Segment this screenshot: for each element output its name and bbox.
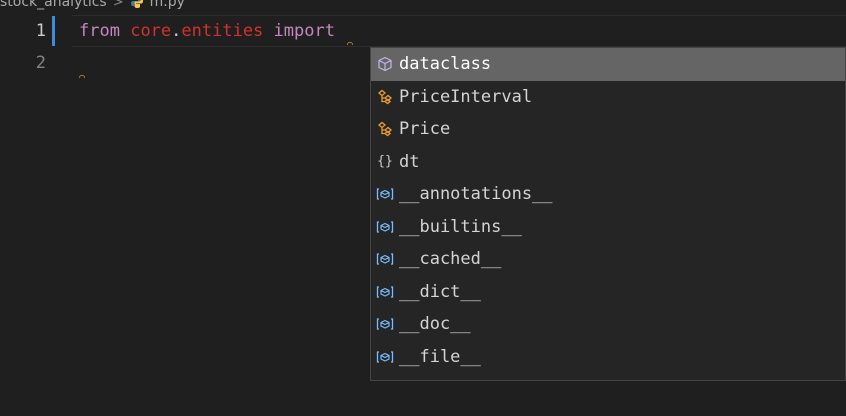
warning-squiggle: ⌒ [347,39,354,50]
suggestion-item-builtins[interactable]: __builtins__ [371,211,845,244]
suggestion-item-annotations[interactable]: __annotations__ [371,178,845,211]
breadcrumb-file[interactable]: m.py [150,0,185,10]
suggestion-label: dt [399,151,420,172]
suggestion-label: __cached__ [399,249,502,270]
warning-squiggle: ⌒ [79,72,86,83]
suggestion-label: PriceInterval [399,86,533,107]
suggestion-item-dict[interactable]: __dict__ [371,276,845,309]
suggestion-label: Price [399,119,451,140]
suggestion-item-file[interactable]: __file__ [371,341,845,374]
class-icon [375,87,395,107]
suggestion-item-cached[interactable]: __cached__ [371,243,845,276]
active-line-indicator [52,16,55,46]
code-line-1[interactable]: from core.entities import [79,20,335,42]
variable-icon [375,314,395,334]
line-number-1: 1 [35,21,46,41]
suggestion-item-dataclass[interactable]: dataclass [371,48,845,81]
namespace-braces-icon: {} [377,154,393,170]
module-cube-icon [375,54,395,74]
suggestion-label: __annotations__ [399,184,553,205]
variable-icon [375,249,395,269]
line-number-2: 2 [35,53,46,73]
breadcrumb-separator: > [112,0,124,10]
suggestion-label: __doc__ [399,314,471,335]
python-file-icon [130,0,144,9]
keyword-import: import [273,21,335,41]
suggestion-label: dataclass [399,54,492,75]
class-icon [375,119,395,139]
module-entities: entities [181,21,264,41]
keyword-from: from [79,21,120,41]
variable-icon [375,217,395,237]
suggestion-label: __file__ [399,346,481,367]
variable-icon [375,184,395,204]
suggestion-item-doc[interactable]: __doc__ [371,308,845,341]
suggestion-item-price[interactable]: Price [371,113,845,146]
suggestion-item-priceinterval[interactable]: PriceInterval [371,81,845,114]
suggestion-label: __dict__ [399,281,481,302]
dot-operator: . [171,21,182,41]
variable-icon [375,347,395,367]
suggestion-label: __builtins__ [399,216,522,237]
module-core: core [130,21,172,41]
variable-icon [375,282,395,302]
breadcrumb-folder[interactable]: stock_analytics [0,0,107,10]
suggestion-widget: dataclass PriceInterval Price {} dt __an… [370,47,846,381]
suggestion-item-dt[interactable]: {} dt [371,146,845,179]
breadcrumb: stock_analytics > m.py [0,0,185,10]
